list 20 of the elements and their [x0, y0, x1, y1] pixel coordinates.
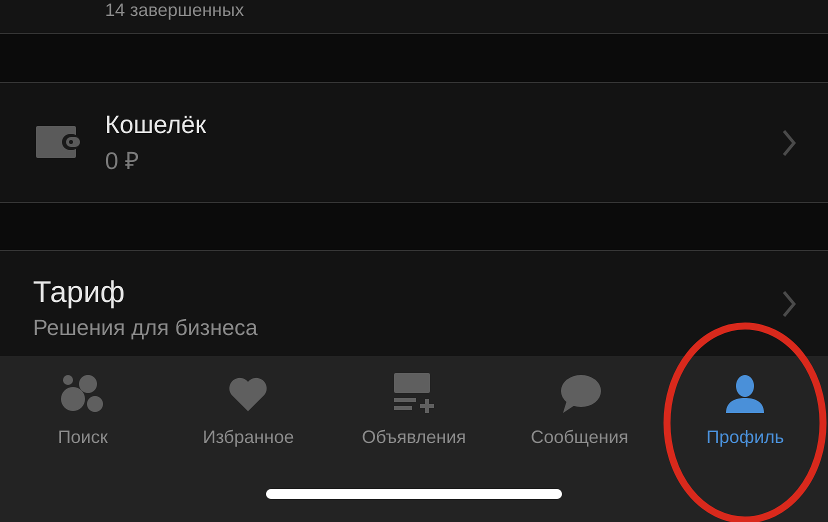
tariff-row[interactable]: Тариф Решения для бизнеса: [0, 250, 828, 356]
tab-item[interactable]: Объявления: [331, 356, 497, 451]
dots-icon: [60, 374, 106, 414]
tab-item[interactable]: Избранное: [166, 356, 332, 451]
heart-icon: [227, 375, 270, 413]
wallet-title: Кошелёк: [105, 110, 208, 140]
person-icon: [724, 375, 766, 413]
wallet-balance: 0 ₽: [105, 148, 140, 176]
wallet-row[interactable]: Кошелёк 0 ₽: [0, 82, 828, 203]
tariff-title: Тариф: [33, 276, 126, 310]
tab-item[interactable]: Поиск: [0, 356, 166, 451]
listing-add-icon: [392, 373, 436, 415]
wallet-icon: [36, 126, 80, 160]
tariff-subtitle: Решения для бизнеса: [33, 314, 259, 342]
chevron-right-icon: [782, 290, 796, 318]
list-row[interactable]: 14 завершенных: [0, 0, 828, 34]
chevron-right-icon: [782, 128, 796, 156]
row-subtitle: 14 завершенных: [105, 0, 244, 20]
tab-item[interactable]: Сообщения: [496, 356, 662, 451]
chat-bubble-icon: [558, 374, 601, 414]
